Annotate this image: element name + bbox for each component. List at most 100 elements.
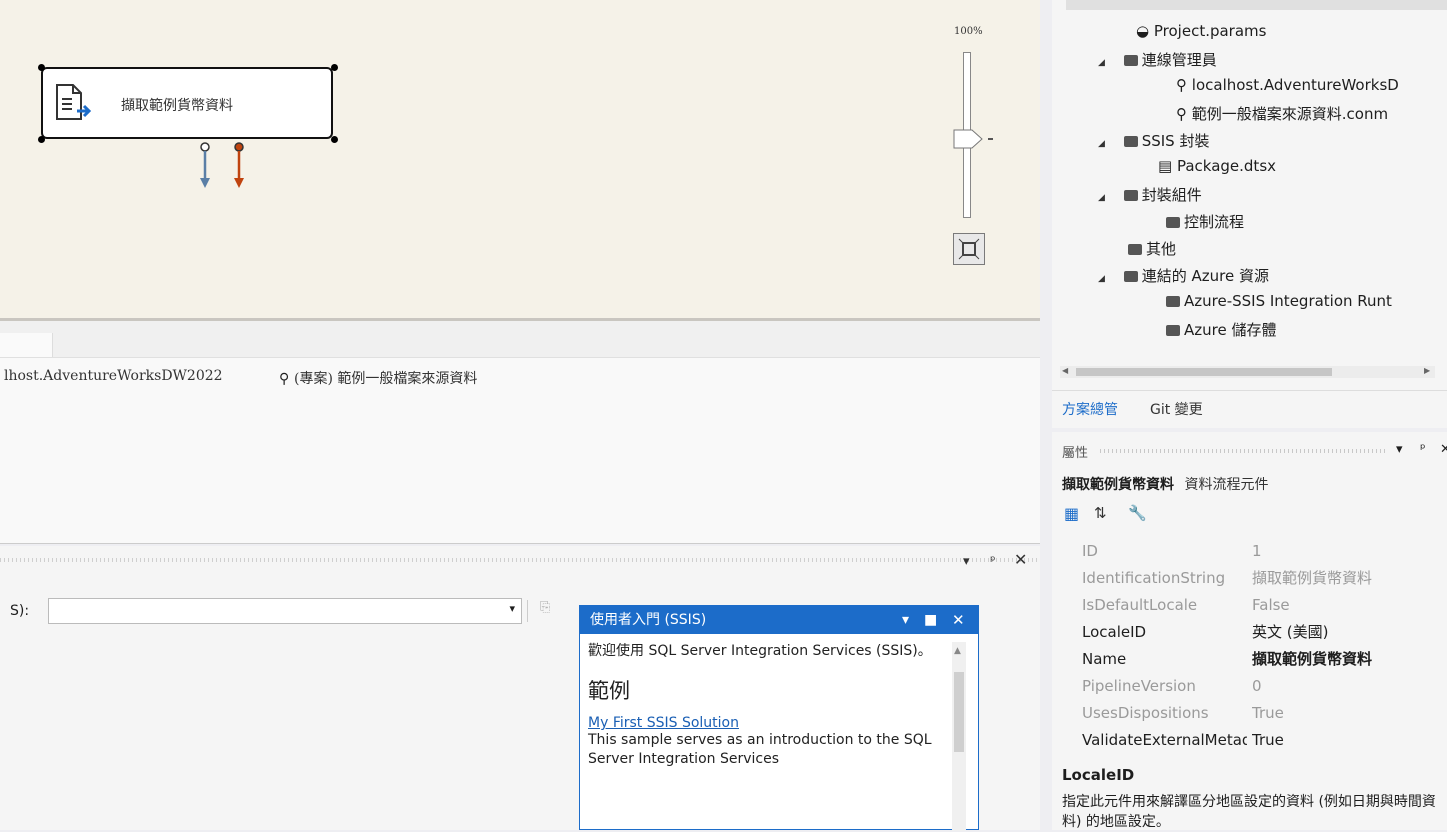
folder-icon [1128, 244, 1142, 255]
folder-icon [1166, 296, 1180, 307]
scrollbar-thumb[interactable] [1076, 368, 1332, 376]
folder-icon [1166, 217, 1180, 228]
pin-icon[interactable]: ᵖ [1420, 442, 1426, 457]
toolbar-divider [527, 600, 528, 622]
tree-item[interactable]: ◢ SSIS 封裝 [1098, 130, 1209, 151]
pin-icon[interactable]: ᵖ [990, 554, 996, 569]
folder-icon [1123, 55, 1138, 66]
connection-managers-tab[interactable] [0, 333, 53, 357]
property-row[interactable]: LocaleID 英文 (美國) [1052, 619, 1447, 646]
property-row[interactable]: IsDefaultLocale False [1052, 592, 1447, 619]
property-row[interactable]: ValidateExternalMetadataTrue [1052, 727, 1447, 754]
expand-triangle-icon[interactable]: ◢ [1098, 58, 1105, 68]
chevron-down-icon: ▾ [509, 602, 515, 615]
folder-icon [1123, 136, 1138, 147]
params-icon: ◒ [1136, 22, 1150, 40]
output-arrows[interactable] [196, 140, 256, 196]
tree-item[interactable]: 其他 [1128, 238, 1176, 259]
tree-item[interactable]: ◒ Project.params [1136, 22, 1266, 40]
tree-item[interactable]: ⚲ localhost.AdventureWorksD [1176, 76, 1399, 94]
scrollbar[interactable]: ▲ [952, 642, 966, 831]
getting-started-window: 使用者入門 (SSIS) ▾ ■ ✕ 歡迎使用 SQL Server Integ… [579, 605, 979, 831]
property-row[interactable]: Name 擷取範例貨幣資料 [1052, 646, 1447, 673]
getting-started-content: 歡迎使用 SQL Server Integration Services (SS… [588, 642, 948, 769]
tab-git-changes[interactable]: Git 變更 [1150, 399, 1203, 419]
solution-explorer-tabs: 方案總管 Git 變更 [1052, 390, 1447, 427]
connection-managers-panel: lhost.AdventureWorksDW2022 ⚲ (專案) 範例一般檔案… [0, 321, 1040, 544]
connection-manager-item[interactable]: lhost.AdventureWorksDW2022 [4, 368, 223, 384]
resize-handle[interactable] [38, 136, 45, 143]
resize-handle[interactable] [38, 64, 45, 71]
sample-description: This sample serves as an introduction to… [588, 732, 932, 767]
connection-manager-item[interactable]: (專案) 範例一般檔案來源資料 [294, 368, 477, 388]
solution-header [1066, 0, 1447, 10]
fit-icon [958, 238, 980, 260]
close-icon[interactable]: ✕ [952, 606, 965, 634]
source-component-icon [56, 84, 92, 120]
maximize-icon[interactable]: ■ [924, 606, 937, 634]
section-heading: 範例 [588, 679, 630, 703]
resize-handle[interactable] [331, 136, 338, 143]
scroll-up-icon[interactable]: ▲ [954, 646, 961, 656]
data-flow-task[interactable]: 擷取範例貨幣資料 [41, 67, 333, 139]
welcome-text: 歡迎使用 SQL Server Integration Services (SS… [588, 643, 932, 659]
output-title-bar [0, 546, 1040, 570]
resize-handle[interactable] [331, 64, 338, 71]
property-row[interactable]: IdentificationString 擷取範例貨幣資料 [1052, 565, 1447, 592]
categorized-icon[interactable]: ▦ [1064, 504, 1079, 523]
tree-item[interactable]: ⚲ 範例一般檔案來源資料.conm [1176, 103, 1388, 124]
designer-canvas[interactable]: 擷取範例貨幣資料 100% [0, 0, 1040, 321]
property-row[interactable]: PipelineVersion 0 [1052, 673, 1447, 700]
properties-panel: 屬性 ▾ ᵖ ✕ 擷取範例貨幣資料 資料流程元件 ▦ ⇅ 🔧 ID 1 Ident… [1052, 432, 1447, 830]
dropdown-arrow-icon[interactable]: ▾ [902, 606, 909, 634]
zoom-level: 100% [954, 26, 983, 37]
tree-item[interactable]: ◢ 連線管理員 [1098, 49, 1217, 70]
window-title: 使用者入門 (SSIS) [590, 612, 707, 628]
zoom-slider-thumb[interactable] [953, 128, 999, 150]
tree-item[interactable]: Azure-SSIS Integration Runt [1166, 292, 1392, 310]
package-icon: ▤ [1158, 157, 1173, 175]
task-label: 擷取範例貨幣資料 [121, 98, 233, 114]
close-icon[interactable]: ✕ [1440, 442, 1447, 457]
tab-solution-explorer[interactable]: 方案總管 [1062, 399, 1118, 419]
scroll-left-icon[interactable]: ◀ [1062, 366, 1068, 375]
panel-title: 屬性 [1062, 446, 1089, 461]
tree-item[interactable]: ◢ 連結的 Azure 資源 [1098, 265, 1269, 286]
close-icon[interactable]: ✕ [1014, 550, 1027, 569]
horizontal-scrollbar[interactable]: ◀ ▶ [1060, 366, 1435, 378]
folder-icon [1123, 271, 1138, 282]
folder-icon [1166, 325, 1180, 336]
properties-object-selector[interactable]: 擷取範例貨幣資料 資料流程元件 [1062, 474, 1268, 494]
dropdown-arrow-icon[interactable]: ▾ [1396, 442, 1403, 457]
scroll-right-icon[interactable]: ▶ [1424, 366, 1430, 375]
connection-managers-tabstrip [0, 321, 1040, 358]
properties-title-bar: 屬性 ▾ ᵖ ✕ [1052, 432, 1447, 468]
property-row[interactable]: UsesDispositions True [1052, 700, 1447, 727]
dropdown-arrow-icon[interactable]: ▾ [963, 554, 970, 569]
connection-icon: ⚲ [1176, 76, 1187, 94]
output-source-label: S): [10, 603, 30, 619]
property-description-text: 指定此元件用來解譯區分地區設定的資料 (例如日期與時間資料) 的地區設定。 [1062, 794, 1436, 830]
tree-item[interactable]: ◢ 封裝組件 [1098, 184, 1202, 205]
expand-triangle-icon[interactable]: ◢ [1098, 193, 1105, 203]
sample-link[interactable]: My First SSIS Solution [588, 715, 948, 731]
output-source-select[interactable]: ▾ [48, 598, 522, 624]
property-pages-icon[interactable]: 🔧 [1128, 504, 1147, 522]
tree-item[interactable]: Azure 儲存體 [1166, 319, 1276, 340]
property-grid: ID 1 IdentificationString 擷取範例貨幣資料 IsDefau… [1052, 538, 1447, 754]
getting-started-title-bar[interactable]: 使用者入門 (SSIS) ▾ ■ ✕ [580, 606, 978, 634]
file-connection-icon: ⚲ [279, 371, 290, 387]
property-row[interactable]: ID 1 [1052, 538, 1447, 565]
expand-triangle-icon[interactable]: ◢ [1098, 274, 1105, 284]
expand-triangle-icon[interactable]: ◢ [1098, 139, 1105, 149]
tree-item[interactable]: 控制流程 [1166, 211, 1244, 232]
zoom-to-fit-button[interactable] [953, 233, 985, 265]
toolbar-icon[interactable]: ⎘ [540, 600, 550, 615]
alphabetical-sort-icon[interactable]: ⇅ [1094, 504, 1107, 522]
folder-icon [1123, 190, 1138, 201]
scrollbar-thumb[interactable] [954, 672, 964, 752]
tree-item[interactable]: ▤ Package.dtsx [1158, 157, 1276, 175]
title-grip [1100, 449, 1388, 453]
connection-icon: ⚲ [1176, 105, 1187, 123]
property-description-title: LocaleID [1062, 766, 1135, 784]
